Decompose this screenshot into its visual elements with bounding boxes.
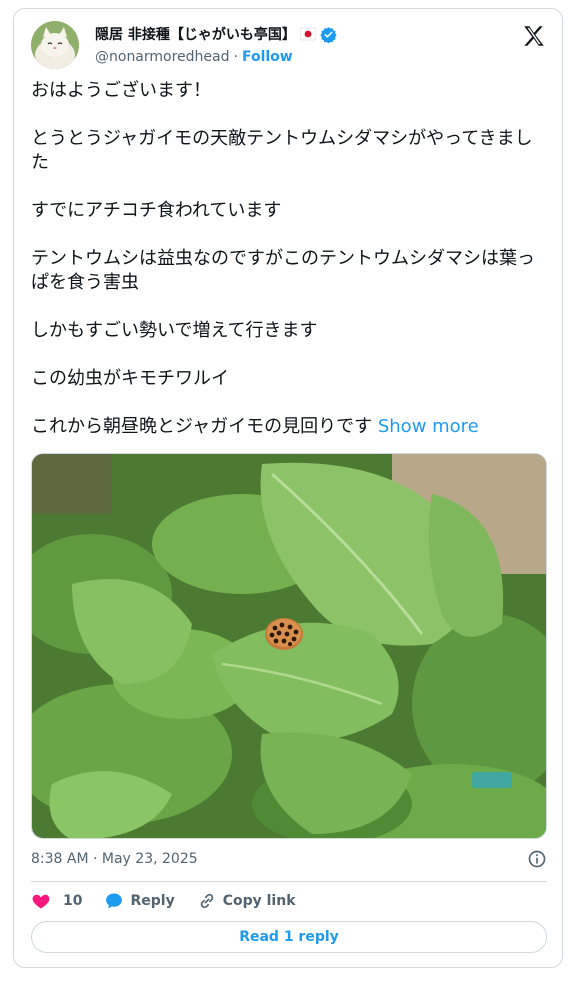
reply-bubble-icon	[106, 893, 123, 909]
tweet-header: 隠居 非接種【じゃがいも亭国】 @nonarmoredhead · Follow	[31, 21, 547, 71]
tweet-last-text: これから朝昼晩とジャガイモの見回りです	[31, 416, 373, 437]
tweet-actions: 10 Reply Copy link	[31, 887, 547, 915]
tweet-paragraph-last: これから朝昼晩とジャガイモの見回りです Show more	[31, 415, 547, 439]
link-icon	[200, 893, 213, 909]
verified-badge-icon	[320, 26, 337, 43]
tweet-paragraph: この幼虫がキモチワルイ	[31, 368, 229, 389]
author-handle[interactable]: @nonarmoredhead	[95, 49, 230, 65]
author-handle-row: @nonarmoredhead · Follow	[95, 47, 293, 67]
tweet-timestamp[interactable]: 8:38 AM · May 23, 2025	[31, 851, 198, 867]
follow-button[interactable]: Follow	[242, 49, 293, 65]
tweet-meta-row: 8:38 AM · May 23, 2025	[31, 847, 547, 871]
tweet-paragraph: すでにアチコチ食われています	[31, 200, 282, 221]
copy-link-button[interactable]: Copy link	[197, 891, 296, 911]
divider	[31, 881, 547, 882]
reply-label: Reply	[130, 893, 175, 909]
tweet-card: 隠居 非接種【じゃがいも亭国】 @nonarmoredhead · Follow	[13, 8, 563, 968]
like-button[interactable]: 10	[31, 891, 82, 911]
tweet-photo[interactable]	[31, 453, 547, 839]
info-icon[interactable]	[527, 849, 547, 869]
tweet-paragraph: とうとうジャガイモの天敵テントウムシダマシがやってきました	[31, 128, 533, 173]
japan-flag-icon	[299, 26, 317, 42]
reply-button[interactable]: Reply	[104, 891, 175, 911]
like-count: 10	[63, 893, 83, 909]
tweet-paragraph: テントウムシは益虫なのですがこのテントウムシダマシは葉っぱを食う害虫	[31, 248, 535, 293]
tweet-text: おはようございます！ とうとうジャガイモの天敵テントウムシダマシがやってきました…	[31, 79, 547, 439]
avatar[interactable]	[31, 21, 79, 69]
author-display-name[interactable]: 隠居 非接種【じゃがいも亭国】	[95, 24, 296, 44]
tweet-paragraph: おはようございます！	[31, 80, 211, 101]
show-more-link[interactable]: Show more	[378, 416, 479, 437]
beetle	[265, 618, 303, 650]
author-name-row[interactable]: 隠居 非接種【じゃがいも亭国】	[95, 23, 337, 45]
copy-link-label: Copy link	[222, 893, 296, 909]
tweet-paragraph: しかもすごい勢いで増えて行きます	[31, 320, 318, 341]
read-reply-button[interactable]: Read 1 reply	[31, 921, 547, 953]
separator-dot: ·	[233, 49, 238, 65]
x-logo-icon[interactable]	[521, 23, 547, 49]
heart-icon	[32, 894, 50, 909]
